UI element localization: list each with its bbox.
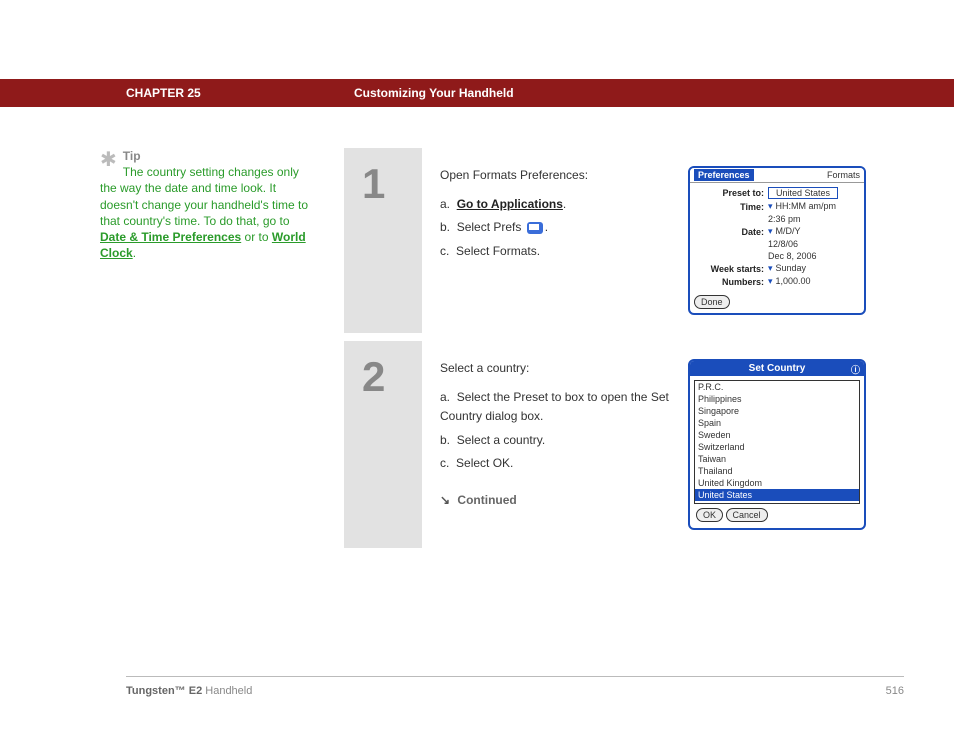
set-country-screenshot: Set Country ⓘ P.R.C.PhilippinesSingapore… — [688, 359, 866, 530]
step-1: 1 Open Formats Preferences: a. Go to App… — [344, 148, 880, 333]
tip-asterisk-icon: ✱ — [100, 150, 117, 170]
sub-prefix: b. — [440, 433, 450, 447]
product-name: Tungsten™ E2 Handheld — [126, 685, 252, 697]
sub-prefix: b. — [440, 220, 450, 234]
page-number: 516 — [886, 685, 904, 697]
go-to-applications-link[interactable]: Go to Applications — [457, 197, 563, 211]
country-item[interactable]: Singapore — [695, 405, 859, 417]
step-1-item-c: c. Select Formats. — [440, 242, 676, 261]
page-footer: Tungsten™ E2 Handheld 516 — [126, 676, 904, 697]
country-item[interactable]: Taiwan — [695, 453, 859, 465]
country-list[interactable]: P.R.C.PhilippinesSingaporeSpainSwedenSwi… — [694, 380, 860, 504]
numbers-label: Numbers: — [696, 277, 764, 287]
step-1-body: Open Formats Preferences: a. Go to Appli… — [422, 148, 880, 333]
formats-preferences-screenshot: Preferences Formats Preset to: United St… — [688, 166, 866, 315]
time-label: Time: — [696, 202, 764, 212]
sub-suffix: . — [563, 197, 566, 211]
tip-text-after: . — [133, 246, 136, 260]
numbers-dropdown[interactable]: 1,000.00 — [764, 276, 858, 287]
tip-sidebar: ✱ Tip The country setting changes only t… — [100, 148, 310, 261]
set-country-title: Set Country — [749, 363, 806, 374]
product-name-rest: Handheld — [202, 685, 252, 697]
step-2-body: Select a country: a. Select the Preset t… — [422, 341, 880, 548]
date-sample-short: 12/8/06 — [764, 239, 858, 249]
step-1-number: 1 — [344, 148, 422, 333]
date-time-preferences-link[interactable]: Date & Time Preferences — [100, 230, 241, 244]
preset-to-box[interactable]: United States — [768, 187, 838, 199]
step-1-lead: Open Formats Preferences: — [440, 166, 676, 185]
tip-text-before: The country setting changes only the way… — [100, 165, 308, 228]
formats-category-label: Formats — [827, 170, 860, 180]
step-2-lead: Select a country: — [440, 359, 676, 378]
step-1-c-text: Select Formats. — [456, 244, 540, 258]
steps-container: 1 Open Formats Preferences: a. Go to App… — [344, 148, 880, 556]
country-item[interactable]: Philippines — [695, 393, 859, 405]
sub-suffix: . — [545, 220, 548, 234]
continued-indicator: ↘ Continued — [440, 491, 676, 510]
preferences-tab: Preferences — [694, 169, 754, 181]
product-name-bold: Tungsten™ E2 — [126, 685, 202, 697]
date-dropdown[interactable]: M/D/Y — [764, 226, 858, 237]
step-2-item-c: c. Select OK. — [440, 454, 676, 473]
chapter-title: Customizing Your Handheld — [354, 86, 514, 100]
tip-body: The country setting changes only the way… — [100, 165, 308, 260]
prefs-icon — [527, 222, 543, 234]
country-item[interactable]: Thailand — [695, 465, 859, 477]
step-2-number: 2 — [344, 341, 422, 548]
step-1-item-b: b. Select Prefs . — [440, 218, 676, 237]
week-starts-label: Week starts: — [696, 264, 764, 274]
step-1-instructions: Open Formats Preferences: a. Go to Appli… — [440, 166, 676, 315]
step-2-a-text: Select the Preset to box to open the Set… — [440, 390, 669, 423]
country-item[interactable]: Switzerland — [695, 441, 859, 453]
step-2-b-text: Select a country. — [457, 433, 546, 447]
sub-prefix: c. — [440, 244, 449, 258]
country-item[interactable]: United States — [695, 489, 859, 501]
step-2-item-b: b. Select a country. — [440, 431, 676, 450]
country-item[interactable]: United Kingdom — [695, 477, 859, 489]
country-item[interactable]: Sweden — [695, 429, 859, 441]
info-icon[interactable]: ⓘ — [851, 363, 860, 376]
preset-to-label: Preset to: — [696, 188, 764, 198]
date-label: Date: — [696, 227, 764, 237]
continued-label: Continued — [457, 493, 516, 507]
ok-button[interactable]: OK — [696, 508, 723, 522]
set-country-title-bar: Set Country ⓘ — [690, 361, 864, 376]
sub-prefix: a. — [440, 390, 450, 404]
step-1-b-text: Select Prefs — [457, 220, 525, 234]
time-dropdown[interactable]: HH:MM am/pm — [764, 201, 858, 212]
tip-label: Tip — [123, 149, 141, 163]
step-1-item-a: a. Go to Applications. — [440, 195, 676, 214]
chapter-number: CHAPTER 25 — [126, 86, 201, 100]
step-2-c-text: Select OK. — [456, 456, 513, 470]
country-item[interactable]: Spain — [695, 417, 859, 429]
continued-arrow-icon: ↘ — [440, 493, 450, 507]
week-starts-dropdown[interactable]: Sunday — [764, 263, 858, 274]
step-2-item-a: a. Select the Preset to box to open the … — [440, 388, 676, 426]
tip-text-mid: or to — [245, 230, 272, 244]
sub-prefix: c. — [440, 456, 449, 470]
country-item[interactable]: P.R.C. — [695, 381, 859, 393]
sub-prefix: a. — [440, 197, 450, 211]
date-sample-long: Dec 8, 2006 — [764, 251, 858, 261]
step-2-instructions: Select a country: a. Select the Preset t… — [440, 359, 676, 530]
done-button[interactable]: Done — [694, 295, 730, 309]
time-sample: 2:36 pm — [764, 214, 858, 224]
chapter-header: CHAPTER 25 Customizing Your Handheld — [0, 79, 954, 107]
step-2: 2 Select a country: a. Select the Preset… — [344, 341, 880, 548]
cancel-button[interactable]: Cancel — [726, 508, 768, 522]
